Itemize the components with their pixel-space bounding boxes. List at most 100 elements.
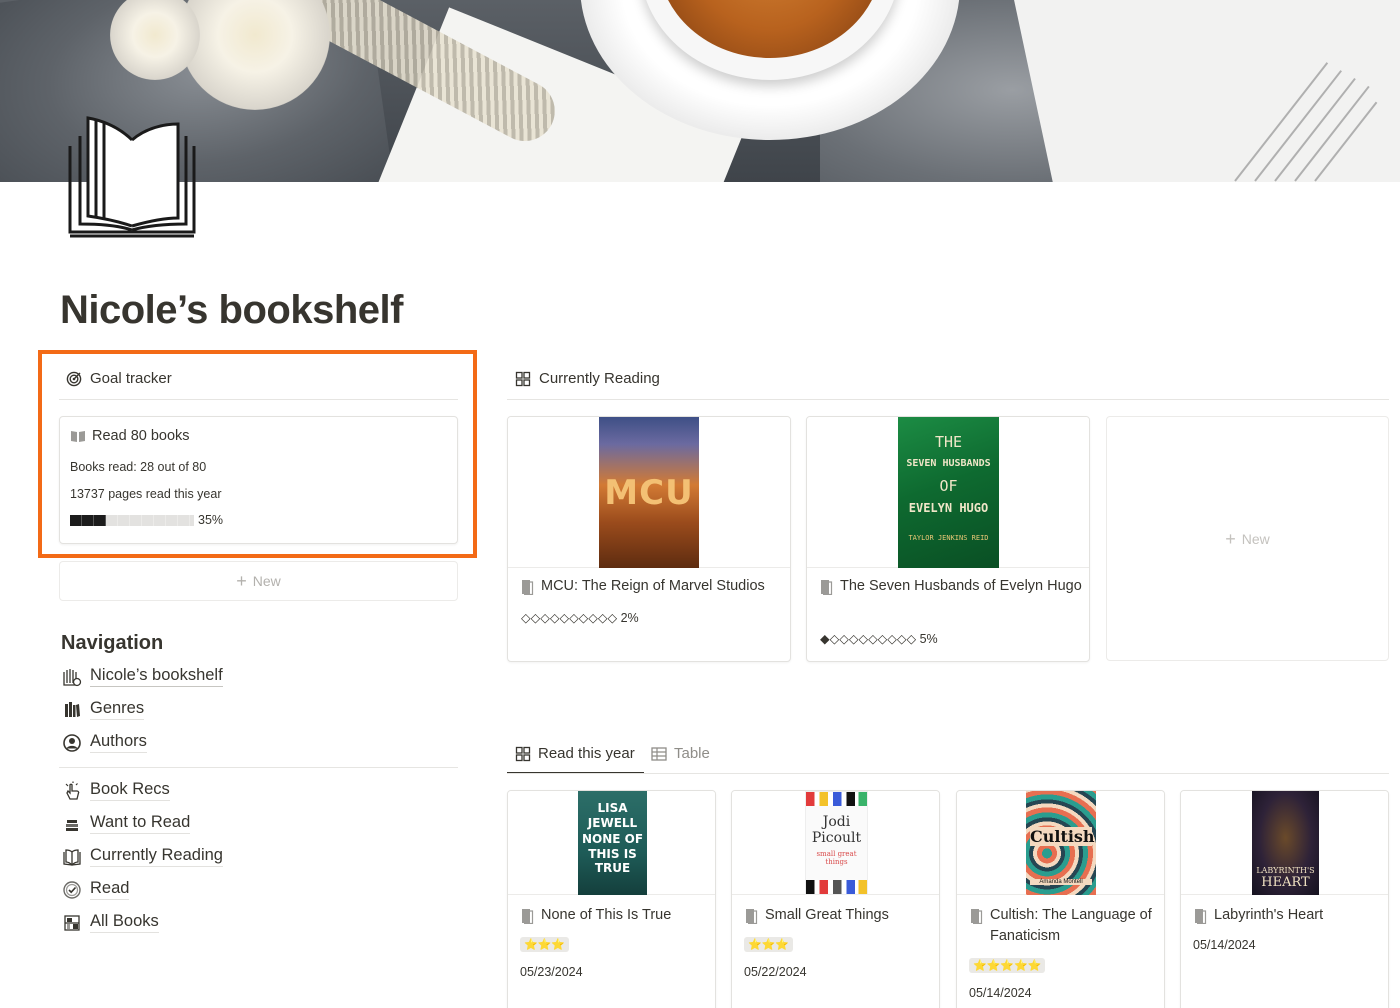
card-title-row: Cultish: The Language of Fanaticism	[969, 905, 1159, 947]
goal-card-title-text: Read 80 books	[92, 428, 190, 444]
cover-text-block: Jodi Picoult small great things	[806, 814, 867, 866]
book-cover-cultish: Cultish Amanda Montell	[1026, 791, 1096, 895]
date-read: 05/14/2024	[1193, 938, 1256, 952]
date-read: 05/23/2024	[520, 965, 583, 979]
card-title-row: Small Great Things	[744, 905, 934, 926]
nav-item-currently-reading[interactable]: Currently Reading	[62, 846, 223, 867]
progress-segment	[106, 515, 118, 526]
cover-line: SEVEN HUSBANDS	[906, 458, 991, 469]
rating-badge: ⭐⭐⭐	[520, 937, 570, 952]
book-card-small-great-things[interactable]: Jodi Picoult small great things Small Gr…	[731, 790, 940, 1008]
cover-book-page	[1011, 0, 1400, 182]
divider	[507, 773, 1389, 774]
new-label: New	[252, 573, 281, 589]
currently-reading-header[interactable]: Currently Reading	[515, 370, 660, 387]
progress-segment	[166, 515, 178, 526]
nav-label: Nicole’s bookshelf	[90, 666, 223, 687]
rating-badge: ⭐⭐⭐⭐⭐	[969, 958, 1046, 973]
page-icon	[746, 909, 758, 924]
cover-text-block: THE SEVEN HUSBANDS OF EVELYN HUGO TAYLOR…	[898, 431, 999, 549]
rating-badge: ⭐⭐⭐	[744, 937, 794, 952]
cover-line: Cultish	[1030, 827, 1095, 846]
navigation-heading: Navigation	[61, 632, 164, 654]
book-card-seven-husbands[interactable]: THE SEVEN HUSBANDS OF EVELYN HUGO TAYLOR…	[806, 416, 1090, 662]
card-cover-area: MCU	[508, 417, 790, 568]
card-title: None of This Is True	[541, 907, 672, 923]
progress-segment	[70, 515, 82, 526]
book-card-cultish[interactable]: Cultish Amanda Montell Cultish: The Lang…	[956, 790, 1165, 1008]
cover-text-block: LISA JEWELL NONE OF THIS IS TRUE	[578, 801, 647, 876]
goal-tracker-header[interactable]: Goal tracker	[66, 370, 172, 387]
book-card-mcu[interactable]: MCU MCU: The Reign of Marvel Studios ◇◇◇…	[507, 416, 791, 662]
open-book-icon	[63, 848, 81, 866]
nav-label: Book Recs	[90, 780, 170, 801]
page-icon	[522, 909, 534, 924]
book-cover-none-of-this: LISA JEWELL NONE OF THIS IS TRUE	[578, 791, 647, 895]
card-title: The Seven Husbands of Evelyn Hugo	[840, 578, 1082, 594]
divider	[59, 399, 458, 400]
nav-label: Currently Reading	[90, 846, 223, 867]
currently-reading-new-button[interactable]: + New	[1106, 416, 1389, 661]
card-cover-area: Jodi Picoult small great things	[732, 791, 939, 895]
nav-item-bookshelf[interactable]: Nicole’s bookshelf	[62, 666, 223, 687]
page-icon	[821, 580, 833, 595]
cover-line: things	[825, 858, 848, 866]
progress-segment	[154, 515, 166, 526]
cover-line: small great	[816, 850, 857, 858]
tab-table[interactable]: Table	[651, 745, 710, 762]
book-card-labyrinths-heart[interactable]: LABYRINTH'S HEART Labyrinth's Heart 05/1…	[1180, 790, 1389, 1008]
tab-label: Read this year	[538, 745, 635, 762]
page-cover-image[interactable]	[0, 0, 1400, 182]
nav-label: All Books	[90, 912, 159, 933]
table-icon	[651, 746, 667, 761]
check-circle-icon	[63, 880, 81, 899]
plus-icon: +	[236, 571, 247, 591]
cover-line: JEWELL	[587, 815, 638, 830]
plus-icon: +	[1225, 528, 1236, 549]
nav-item-book-recs[interactable]: Book Recs	[62, 780, 170, 801]
progress-segment	[142, 515, 154, 526]
shelf-grid-icon	[64, 914, 80, 931]
page-icon	[971, 909, 983, 924]
books-icon	[63, 668, 82, 686]
book-icon	[71, 431, 85, 442]
nav-item-genres[interactable]: Genres	[62, 699, 145, 720]
card-title-row: Labyrinth's Heart	[1193, 905, 1383, 926]
tab-read-this-year[interactable]: Read this year	[515, 745, 635, 762]
page-title[interactable]: Nicole’s bookshelf	[60, 288, 403, 333]
cover-line: THE	[934, 433, 963, 451]
cover-line: THIS IS	[588, 846, 637, 861]
nav-item-authors[interactable]: Authors	[62, 732, 147, 753]
cover-text-block: LABYRINTH'S HEART	[1252, 865, 1319, 889]
date-read: 05/14/2024	[969, 986, 1032, 1000]
cover-title-mcu: MCU	[604, 473, 694, 513]
cover-line: EVELYN HUGO	[908, 501, 989, 515]
card-title: Cultish: The Language of Fanaticism	[990, 907, 1152, 944]
card-title: Small Great Things	[765, 907, 889, 923]
nav-label: Genres	[90, 699, 145, 720]
goal-new-button[interactable]: + New	[59, 561, 458, 601]
cover-line: Jodi	[822, 814, 851, 830]
progress-segment	[130, 515, 142, 526]
open-book-page-icon[interactable]	[66, 106, 200, 240]
progress-segment	[118, 515, 130, 526]
card-title: MCU: The Reign of Marvel Studios	[541, 578, 765, 594]
nav-item-read[interactable]: Read	[62, 879, 130, 900]
progress-segment	[178, 515, 190, 526]
goal-card[interactable]: Read 80 books Books read: 28 out of 80 1…	[59, 416, 458, 544]
nav-item-all-books[interactable]: All Books	[62, 912, 159, 933]
card-title-row: The Seven Husbands of Evelyn Hugo	[819, 576, 1083, 597]
cover-line: TAYLOR JENKINS REID	[908, 534, 989, 542]
goal-tracker-title: Goal tracker	[90, 370, 172, 387]
book-card-none-of-this-is-true[interactable]: LISA JEWELL NONE OF THIS IS TRUE None of…	[507, 790, 716, 1008]
tab-label: Table	[674, 745, 710, 762]
card-cover-area: LABYRINTH'S HEART	[1181, 791, 1388, 895]
target-icon	[66, 371, 82, 386]
nav-label: Read	[90, 879, 130, 900]
card-cover-area: THE SEVEN HUSBANDS OF EVELYN HUGO TAYLOR…	[807, 417, 1089, 568]
goal-progress-bar	[70, 515, 194, 526]
nav-item-want-to-read[interactable]: Want to Read	[62, 813, 191, 834]
nav-label: Authors	[90, 732, 147, 753]
cover-line: TRUE	[594, 861, 631, 875]
new-label: New	[1241, 530, 1270, 547]
